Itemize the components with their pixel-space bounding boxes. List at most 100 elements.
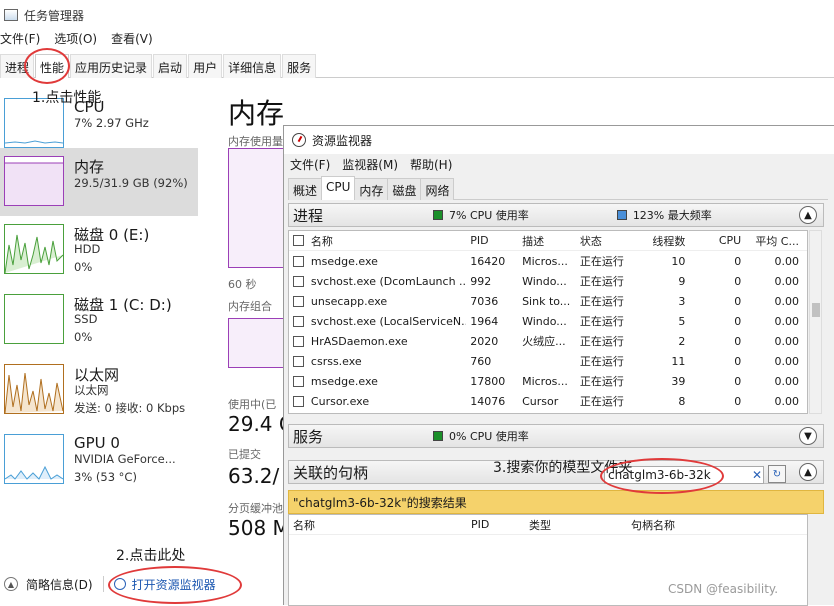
collapse-chevron-up-icon[interactable]: ▲ [799, 206, 817, 224]
task-manager-tabs: 进程 性能 应用历史记录 启动 用户 详细信息 服务 [0, 54, 834, 78]
clear-search-icon[interactable]: ✕ [752, 468, 762, 482]
handles-col-type[interactable]: 类型 [525, 517, 627, 533]
col-header-threads[interactable]: 线程数 [634, 233, 690, 249]
sidebar-item-disk1[interactable]: 磁盘 1 (C: D:) SSD 0% [0, 286, 198, 354]
sidebar-disk1-type: SSD [74, 312, 98, 326]
table-row[interactable]: Cursor.exe 14076 Cursor 正在运行 8 0 0.00 [289, 391, 807, 411]
col-header-cpu[interactable]: CPU [689, 234, 745, 247]
rm-menu-file[interactable]: 文件(F) [290, 156, 330, 176]
ethernet-sparkline [4, 364, 64, 414]
footer-divider [102, 576, 104, 592]
table-row[interactable]: msedge.exe 16420 Micros... 正在运行 10 0 0.00 [289, 251, 807, 271]
services-section-header[interactable]: 服务 0% CPU 使用率 ▼ [288, 424, 824, 448]
row-checkbox-cell [289, 375, 309, 387]
row-checkbox[interactable] [293, 315, 305, 327]
row-checkbox[interactable] [293, 295, 305, 307]
processes-scrollbar[interactable] [809, 230, 822, 414]
process-avg-cpu: 0.00 [774, 394, 799, 408]
fewer-details-button[interactable]: 简略信息(D) [26, 576, 93, 593]
col-header-desc[interactable]: 描述 [518, 233, 576, 249]
performance-sidebar: CPU 7% 2.97 GHz 内存 29.5/31.9 GB (92%) 磁盘… [0, 90, 198, 560]
process-threads: 3 [678, 294, 686, 308]
processes-rows: msedge.exe 16420 Micros... 正在运行 10 0 0.00 svcho… [289, 251, 807, 411]
rm-tab-overview[interactable]: 概述 [288, 178, 323, 200]
process-status: 正在运行 [579, 275, 624, 288]
tab-app-history[interactable]: 应用历史记录 [70, 54, 153, 78]
processes-section-header[interactable]: 进程 7% CPU 使用率 123% 最大频率 ▲ [288, 203, 824, 227]
process-pid: 992 [470, 274, 492, 288]
process-threads: 39 [671, 374, 686, 388]
sidebar-item-disk0[interactable]: 磁盘 0 (E:) HDD 0% [0, 216, 198, 284]
row-checkbox[interactable] [293, 375, 305, 387]
row-checkbox[interactable] [293, 355, 305, 367]
table-row[interactable]: msedge.exe 17800 Micros... 正在运行 39 0 0.00 [289, 371, 807, 391]
process-cpu: 0 [734, 294, 742, 308]
row-checkbox[interactable] [293, 335, 305, 347]
process-pid: 7036 [470, 294, 499, 308]
memory-usage-label: 内存使用量 [228, 135, 283, 148]
paged-pool-label: 分页缓冲池 [228, 502, 283, 515]
rm-menu-monitor[interactable]: 监视器(M) [342, 156, 398, 176]
rm-tab-disk[interactable]: 磁盘 [387, 178, 422, 200]
col-header-status[interactable]: 状态 [576, 233, 634, 249]
row-checkbox[interactable] [293, 255, 305, 267]
handles-col-handle-name[interactable]: 句柄名称 [627, 517, 797, 533]
tab-users[interactable]: 用户 [188, 54, 223, 78]
row-checkbox[interactable] [293, 275, 305, 287]
collapse-chevron-up-icon[interactable]: ▲ [799, 463, 817, 481]
expand-chevron-down-icon[interactable]: ▼ [799, 427, 817, 445]
processes-table-header: 名称 PID 描述 状态 线程数 CPU 平均 C... [289, 231, 807, 251]
rm-tab-memory[interactable]: 内存 [354, 178, 389, 200]
col-header-avg-cpu[interactable]: 平均 C... [745, 233, 807, 249]
col-header-pid[interactable]: PID [466, 234, 518, 247]
menu-options[interactable]: 选项(O) [54, 30, 97, 50]
process-pid: 2020 [470, 334, 499, 348]
annotation-step1: 1.点击性能 [32, 90, 102, 106]
table-row[interactable]: svchost.exe (DcomLaunch ... 992 Windo... 正在… [289, 271, 807, 291]
process-cpu: 0 [734, 354, 742, 368]
table-row[interactable]: HrASDaemon.exe 2020 火绒应... 正在运行 2 0 0.00 [289, 331, 807, 351]
menu-file[interactable]: 文件(F) [0, 30, 40, 50]
col-header-name[interactable]: 名称 [309, 233, 466, 249]
handles-col-pid[interactable]: PID [467, 518, 525, 531]
sidebar-item-ethernet[interactable]: 以太网 以太网 发送: 0 接收: 0 Kbps [0, 356, 198, 424]
gpu-sparkline [4, 434, 64, 484]
select-all-checkbox[interactable] [293, 235, 305, 246]
rm-tab-cpu[interactable]: CPU [321, 176, 356, 200]
process-avg-cpu: 0.00 [774, 314, 799, 328]
row-checkbox[interactable] [293, 395, 305, 407]
process-avg-cpu: 0.00 [774, 274, 799, 288]
sidebar-item-memory[interactable]: 内存 29.5/31.9 GB (92%) [0, 148, 198, 216]
rm-tab-network[interactable]: 网络 [420, 178, 455, 200]
green-swatch-icon [433, 210, 443, 220]
sidebar-ethernet-throughput: 发送: 0 接收: 0 Kbps [74, 401, 186, 415]
handles-table-header: 名称 PID 类型 句柄名称 [289, 515, 807, 535]
rm-menu-help[interactable]: 帮助(H) [410, 156, 452, 176]
scroll-thumb[interactable] [812, 303, 820, 317]
process-cpu: 0 [734, 254, 742, 268]
memory-usage-graph [228, 148, 288, 268]
table-row[interactable]: svchost.exe (LocalServiceN... 1964 Windo..… [289, 311, 807, 331]
sidebar-item-gpu[interactable]: GPU 0 NVIDIA GeForce... 3% (53 °C) [0, 426, 198, 494]
table-row[interactable]: unsecapp.exe 7036 Sink to... 正在运行 3 0 0.00 [289, 291, 807, 311]
sidebar-disk0-usage: 0% [74, 260, 93, 274]
process-description: Micros... [522, 374, 568, 388]
process-name: HrASDaemon.exe [310, 334, 408, 348]
highlight-search-box [600, 458, 724, 494]
process-name: csrss.exe [310, 354, 362, 368]
sidebar-memory-title: 内存 [74, 158, 105, 176]
tab-details[interactable]: 详细信息 [223, 54, 282, 78]
row-checkbox-cell [289, 395, 309, 407]
refresh-search-icon[interactable]: ↻ [768, 465, 786, 483]
row-checkbox-cell [289, 335, 309, 347]
tab-services[interactable]: 服务 [282, 54, 317, 78]
chevron-up-icon[interactable]: ▲ [4, 577, 18, 591]
process-name: msedge.exe [310, 254, 378, 268]
handles-col-name[interactable]: 名称 [289, 517, 467, 533]
table-row[interactable]: csrss.exe 760 正在运行 11 0 0.00 [289, 351, 807, 371]
process-description: Windo... [522, 314, 567, 328]
services-cpu-legend-text: 0% CPU 使用率 [449, 430, 529, 443]
menu-view[interactable]: 查看(V) [111, 30, 153, 50]
tab-startup[interactable]: 启动 [153, 54, 188, 78]
process-status: 正在运行 [579, 395, 624, 408]
